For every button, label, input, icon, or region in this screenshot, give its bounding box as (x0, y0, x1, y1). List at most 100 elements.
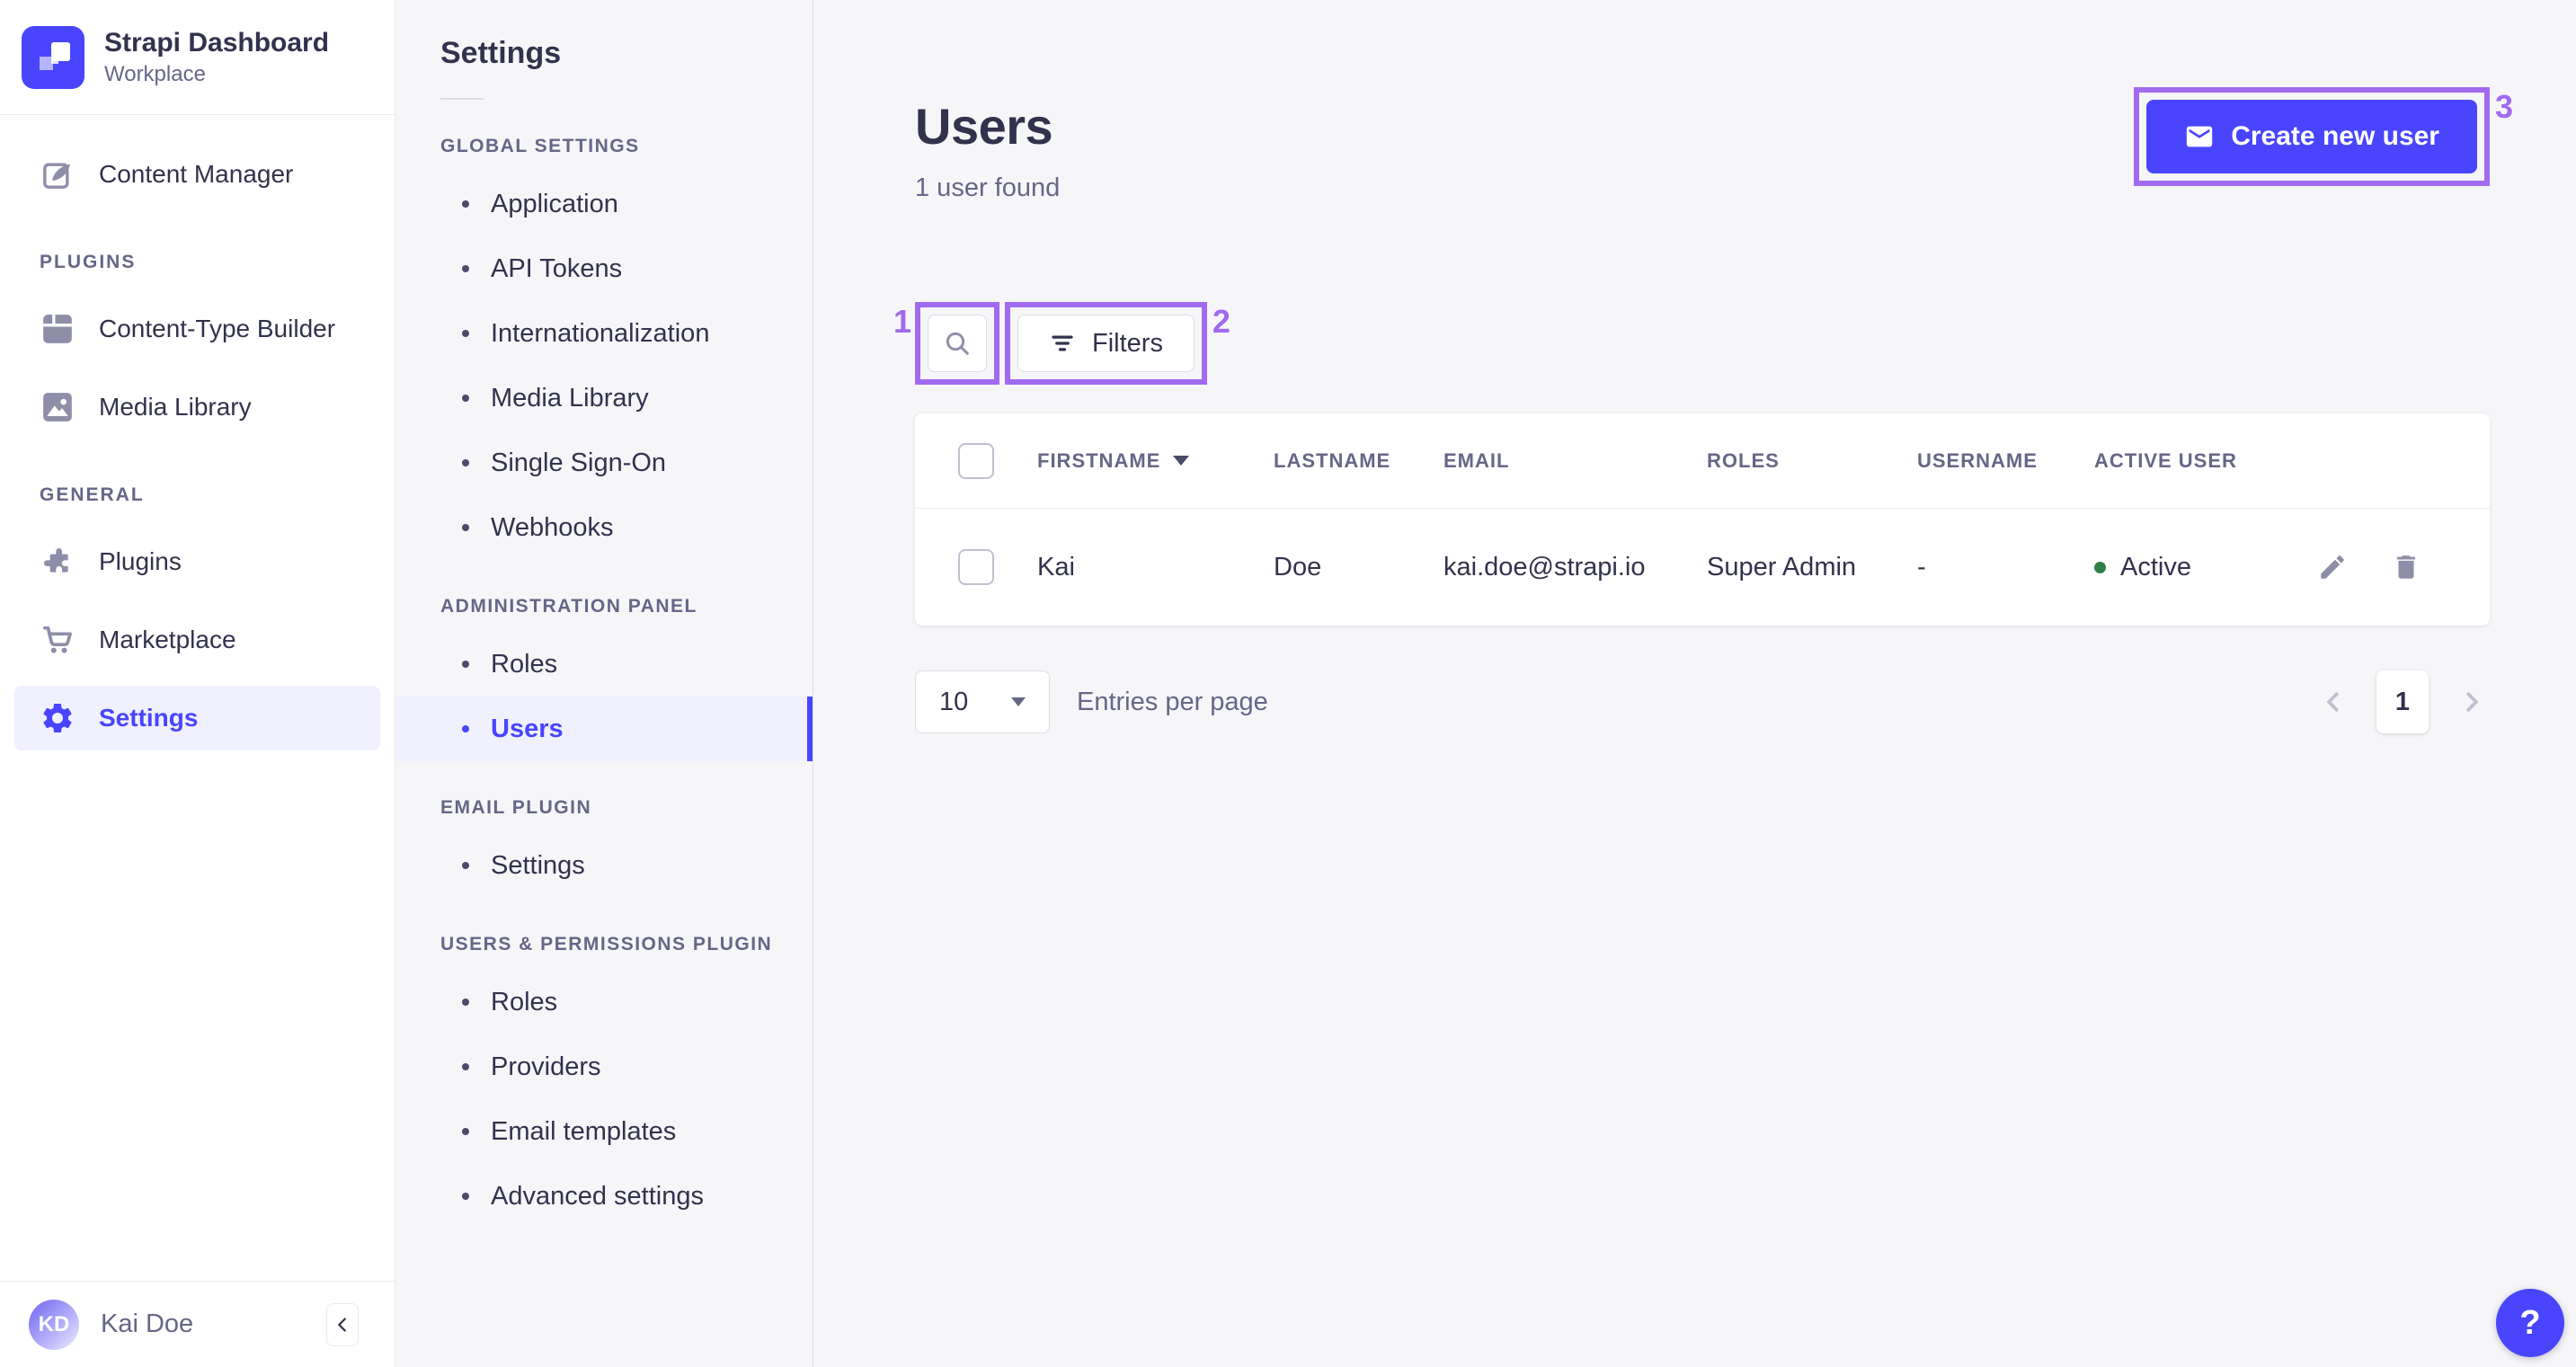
sort-caret-icon[interactable] (1173, 456, 1190, 466)
sidebar-item-content-type-builder[interactable]: Content-Type Builder (0, 297, 395, 361)
column-username: USERNAME (1917, 448, 2038, 472)
subnav-item-admin-roles[interactable]: Roles (395, 632, 813, 697)
edit-user-button[interactable] (2316, 551, 2349, 583)
sidebar-section-general: GENERAL (40, 484, 145, 505)
delete-user-button[interactable] (2390, 551, 2422, 583)
subnav-divider (440, 98, 484, 100)
strapi-logo-icon (22, 25, 84, 89)
sidebar-item-media-library[interactable]: Media Library (0, 375, 395, 439)
cell-firstname: Kai (1037, 552, 1075, 581)
bullet-icon (462, 265, 469, 272)
workspace-header[interactable]: Strapi Dashboard Workplace (0, 0, 395, 115)
page-number-1[interactable]: 1 (2376, 670, 2429, 733)
select-all-checkbox[interactable] (958, 442, 994, 479)
user-name: Kai Doe (101, 1309, 194, 1338)
cell-username: - (1917, 552, 1926, 581)
sidebar-item-label: Settings (99, 704, 199, 732)
subnav-item-single-sign-on[interactable]: Single Sign-On (395, 431, 813, 495)
subnav-section-email-plugin: EMAIL PLUGIN (440, 797, 592, 818)
subnav-item-label: Email templates (491, 1116, 677, 1146)
collapse-sidebar-button[interactable] (326, 1302, 359, 1346)
subnav-item-up-email-templates[interactable]: Email templates (395, 1099, 813, 1164)
subnav-item-email-settings[interactable]: Settings (395, 833, 813, 898)
annotation-box-2: 2 Filters (1005, 302, 1230, 385)
pencil-icon (2321, 555, 2344, 579)
bullet-icon (462, 200, 469, 208)
bullet-icon (462, 330, 469, 337)
app-title: Strapi Dashboard (104, 28, 330, 58)
plugins-icon (40, 544, 76, 580)
sidebar-item-marketplace[interactable]: Marketplace (0, 608, 395, 672)
pagination-bar: 10 Entries per page 1 (915, 670, 2490, 733)
subnav-item-api-tokens[interactable]: API Tokens (395, 236, 813, 301)
entries-per-page-value: 10 (939, 687, 969, 716)
bullet-icon (462, 1063, 469, 1070)
settings-gear-icon (40, 700, 76, 736)
chevron-left-icon (2327, 692, 2339, 712)
subnav-item-label: Users (491, 714, 564, 743)
subnav-item-up-advanced-settings[interactable]: Advanced settings (395, 1164, 813, 1229)
table-header-row: FIRSTNAME LASTNAME EMAIL ROLES USERNAME … (915, 413, 2490, 509)
bullet-icon (462, 395, 469, 402)
workspace-name: Workplace (104, 61, 206, 86)
main-sidebar: Strapi Dashboard Workplace Content Manag… (0, 0, 395, 1367)
help-button[interactable]: ? (2496, 1289, 2564, 1357)
subnav-item-webhooks[interactable]: Webhooks (395, 495, 813, 560)
marketplace-icon (40, 622, 76, 658)
filters-button[interactable]: Filters (1017, 315, 1195, 372)
active-status-dot (2094, 561, 2106, 573)
create-button-label: Create new user (2231, 121, 2439, 151)
subnav-section-global-settings: GLOBAL SETTINGS (440, 136, 640, 156)
user-avatar[interactable]: KD (29, 1299, 79, 1350)
media-library-icon (40, 389, 76, 425)
table-row[interactable]: Kai Doe kai.doe@strapi.io Super Admin - … (915, 509, 2490, 626)
chevron-right-icon (2466, 692, 2478, 712)
entries-per-page-label: Entries per page (1077, 687, 1268, 716)
subnav-title: Settings (440, 36, 562, 70)
next-page-button[interactable] (2454, 684, 2490, 720)
cell-lastname: Doe (1274, 552, 1322, 581)
create-new-user-button[interactable]: Create new user (2146, 100, 2477, 173)
content-manager-icon (40, 156, 76, 192)
bullet-icon (462, 459, 469, 466)
main-content: Users 1 user found 3 Create new user 1 2… (813, 0, 2576, 1367)
filter-icon (1052, 335, 1073, 351)
sidebar-item-label: Plugins (99, 547, 182, 575)
subnav-item-admin-users[interactable]: Users (395, 697, 813, 761)
sidebar-item-settings[interactable]: Settings (14, 686, 380, 750)
subnav-item-up-roles[interactable]: Roles (395, 970, 813, 1034)
sidebar-item-label: Content-Type Builder (99, 315, 336, 342)
sidebar-item-content-manager[interactable]: Content Manager (0, 142, 395, 207)
row-checkbox[interactable] (958, 549, 994, 585)
subnav-item-up-providers[interactable]: Providers (395, 1034, 813, 1099)
column-active-user: ACTIVE USER (2094, 448, 2237, 472)
sidebar-section-plugins: PLUGINS (40, 252, 137, 272)
annotation-label-1: 1 (893, 303, 912, 340)
column-email: EMAIL (1443, 448, 1510, 472)
entries-per-page-select[interactable]: 10 (915, 670, 1050, 733)
bullet-icon (462, 999, 469, 1006)
subnav-item-label: Roles (491, 987, 558, 1016)
subnav-section-users-permissions-plugin: USERS & PERMISSIONS PLUGIN (440, 934, 773, 954)
column-roles: ROLES (1707, 448, 1780, 472)
subnav-item-label: API Tokens (491, 253, 623, 283)
subnav-item-internationalization[interactable]: Internationalization (395, 301, 813, 366)
subnav-item-application[interactable]: Application (395, 172, 813, 236)
subnav-item-label: Webhooks (491, 512, 614, 542)
bullet-icon (462, 661, 469, 668)
subnav-item-label: Roles (491, 649, 558, 679)
sidebar-item-plugins[interactable]: Plugins (0, 529, 395, 594)
bullet-icon (462, 524, 469, 531)
settings-subnav: Settings GLOBAL SETTINGS Application API… (395, 0, 813, 1367)
search-button[interactable] (928, 315, 987, 372)
annotation-label-3: 3 (2494, 88, 2513, 125)
subnav-item-label: Providers (491, 1052, 601, 1081)
previous-page-button[interactable] (2315, 684, 2351, 720)
bullet-icon (462, 1128, 469, 1135)
subnav-item-media-library[interactable]: Media Library (395, 366, 813, 431)
envelope-icon (2187, 126, 2213, 147)
annotation-label-2: 2 (1212, 303, 1230, 340)
cell-roles: Super Admin (1707, 552, 1857, 581)
chevron-down-icon (1011, 697, 1026, 706)
user-count-text: 1 user found (915, 173, 1061, 202)
